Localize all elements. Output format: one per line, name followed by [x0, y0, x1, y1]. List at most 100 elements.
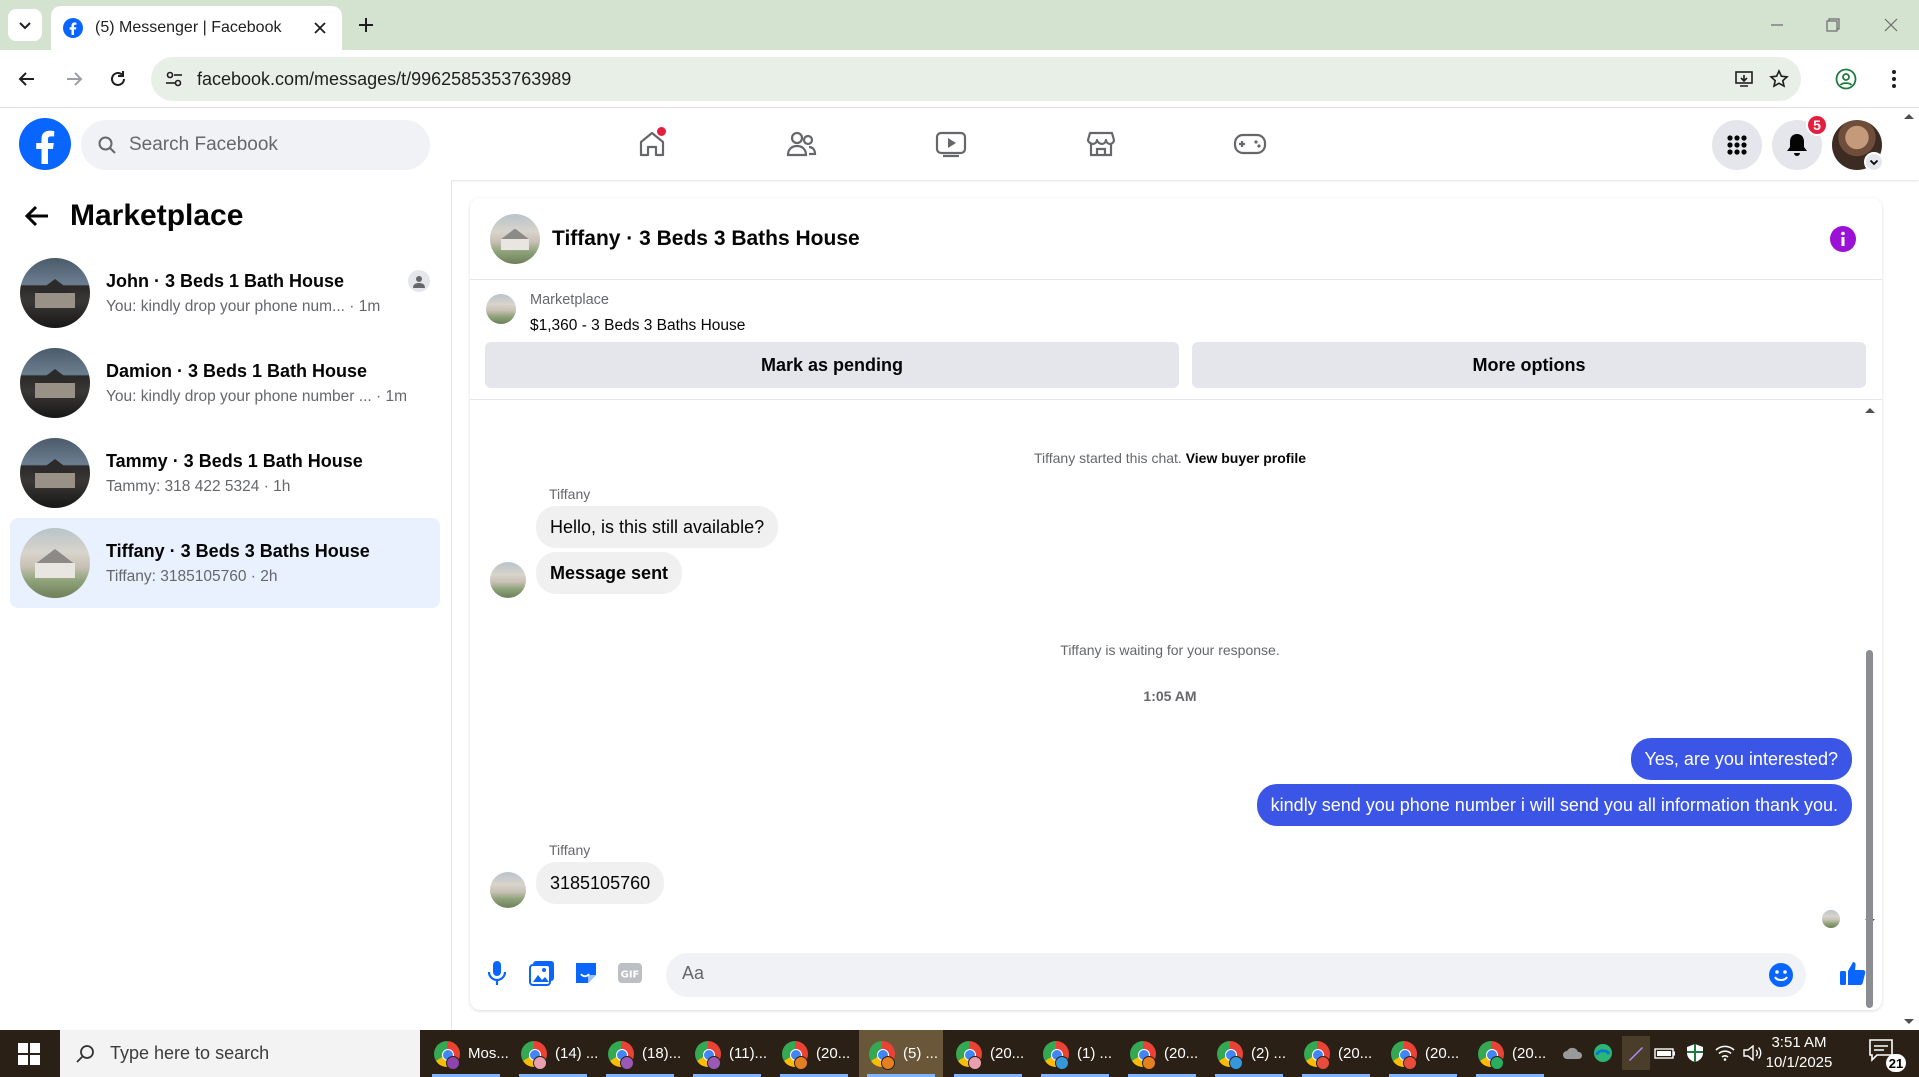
outgoing-message[interactable]: kindly send you phone number i will send…	[1256, 784, 1852, 826]
voice-clip-button[interactable]	[482, 958, 512, 988]
outgoing-message[interactable]: Yes, are you interested?	[1630, 738, 1852, 780]
clock-time: 3:51 AM	[1771, 1034, 1827, 1051]
profile-badge-icon	[620, 1056, 634, 1070]
system-clock[interactable]: 3:51 AM 10/1/2025	[1754, 1033, 1844, 1073]
person-icon	[413, 276, 425, 288]
taskbar-app-chrome[interactable]: (1) ...	[1033, 1030, 1117, 1077]
taskbar-app-chrome[interactable]: (18)...	[598, 1030, 682, 1077]
back-button[interactable]	[11, 63, 43, 95]
incoming-message[interactable]: Hello, is this still available?	[536, 506, 779, 548]
incoming-message[interactable]: Message sent	[536, 552, 683, 594]
clock-date: 10/1/2025	[1765, 1054, 1833, 1071]
panel-header: Marketplace	[24, 196, 243, 236]
taskbar-app-chrome[interactable]: (20...	[1468, 1030, 1552, 1077]
incoming-message[interactable]: 3185105760	[536, 862, 665, 904]
back-arrow-icon[interactable]	[24, 204, 50, 228]
taskbar-app-chrome[interactable]: (20...	[772, 1030, 856, 1077]
info-icon[interactable]	[1830, 226, 1856, 252]
browser-tab-messenger[interactable]: (5) Messenger | Facebook	[51, 6, 342, 50]
conversation-preview: Tiffany: 3185105760 · 2h	[106, 567, 278, 585]
nav-friends[interactable]	[779, 122, 823, 166]
bookmark-button[interactable]	[1767, 67, 1791, 91]
minimize-button[interactable]	[1764, 12, 1790, 38]
view-buyer-profile-link[interactable]: View buyer profile	[1186, 450, 1306, 466]
conversation-item-tammy[interactable]: Tammy · 3 Beds 1 Bath House Tammy: 318 4…	[10, 428, 440, 518]
taskbar-app-chrome[interactable]: (11)...	[685, 1030, 769, 1077]
address-bar[interactable]: facebook.com/messages/t/9962585353763989	[151, 57, 1801, 101]
account-menu-caret[interactable]	[1864, 152, 1884, 172]
edge-tray-icon[interactable]	[1592, 1042, 1614, 1064]
facebook-favicon-icon	[63, 18, 83, 38]
conversation-preview: Tammy: 318 422 5324 · 1h	[106, 477, 291, 495]
site-settings-button[interactable]	[161, 66, 187, 92]
attach-photo-button[interactable]	[527, 958, 557, 988]
taskbar-app-chrome[interactable]: (14) ...	[511, 1030, 598, 1077]
nav-gaming[interactable]	[1228, 122, 1272, 166]
restore-button[interactable]	[1820, 12, 1846, 38]
page-scrollbar[interactable]	[1903, 112, 1915, 1030]
taskbar-app-chrome[interactable]: (20...	[1294, 1030, 1378, 1077]
message-input[interactable]	[682, 963, 1742, 984]
security-tray-icon[interactable]	[1684, 1042, 1706, 1064]
wifi-tray-icon[interactable]	[1714, 1042, 1736, 1064]
facebook-search-bar[interactable]	[81, 120, 430, 170]
facebook-logo-icon[interactable]	[19, 118, 71, 170]
sticker-button[interactable]	[571, 958, 601, 988]
tab-close-button[interactable]	[310, 18, 330, 38]
more-options-button[interactable]: More options	[1192, 342, 1866, 388]
taskbar-app-chrome[interactable]: (2) ...	[1207, 1030, 1291, 1077]
install-app-button[interactable]	[1732, 67, 1756, 91]
grid-menu-icon	[1727, 135, 1747, 155]
emoji-icon[interactable]	[1768, 962, 1794, 988]
taskbar-app-mosaic[interactable]: Mos...	[424, 1030, 509, 1077]
send-like-button[interactable]	[1838, 958, 1868, 988]
conversation-preview: You: kindly drop your phone number ... ·…	[106, 387, 406, 405]
profile-button[interactable]	[1830, 63, 1862, 95]
reload-button[interactable]	[102, 63, 134, 95]
profile-badge-icon	[446, 1056, 460, 1070]
cloud-icon	[1563, 1047, 1583, 1059]
notification-center-count: 21	[1886, 1054, 1906, 1072]
battery-tray-icon[interactable]	[1654, 1042, 1676, 1064]
message-input-box[interactable]	[666, 953, 1806, 997]
pen-tray-icon[interactable]	[1622, 1036, 1650, 1070]
edge-icon	[1594, 1044, 1612, 1062]
chat-title[interactable]: Tiffany · 3 Beds 3 Baths House	[552, 227, 860, 251]
scroll-down-icon[interactable]	[1903, 1018, 1915, 1026]
scroll-up-icon[interactable]	[1903, 112, 1915, 120]
chat-avatar[interactable]	[490, 213, 540, 264]
menu-button[interactable]	[1712, 120, 1762, 170]
tab-search-button[interactable]	[8, 9, 42, 41]
taskbar-app-chrome-active[interactable]: (5) ...	[859, 1030, 943, 1077]
start-button[interactable]	[0, 1030, 58, 1077]
scroll-up-icon[interactable]	[1864, 406, 1876, 414]
taskbar-app-chrome[interactable]: (20...	[1120, 1030, 1204, 1077]
conversation-item-tiffany[interactable]: Tiffany · 3 Beds 3 Baths House Tiffany: …	[10, 518, 440, 608]
notification-center-button[interactable]: 21	[1868, 1038, 1908, 1072]
chevron-down-icon	[19, 22, 31, 30]
forward-button[interactable]	[58, 63, 90, 95]
conversation-name: Tiffany · 3 Beds 3 Baths House	[106, 540, 370, 561]
nav-watch[interactable]	[929, 122, 973, 166]
nav-marketplace[interactable]	[1079, 122, 1123, 166]
friends-icon	[786, 131, 817, 157]
window-close-button[interactable]	[1878, 12, 1904, 38]
message-thread: Tiffany started this chat. View buyer pr…	[470, 400, 1882, 1008]
gif-button[interactable]: GIF	[615, 958, 645, 988]
mark-as-pending-button[interactable]: Mark as pending	[485, 342, 1179, 388]
taskbar-search[interactable]: Type here to search	[60, 1030, 420, 1077]
nav-home[interactable]	[630, 122, 674, 166]
tab-title: (5) Messenger | Facebook	[95, 19, 282, 36]
conversation-item-john[interactable]: John · 3 Beds 1 Bath House You: kindly d…	[10, 248, 440, 338]
conversation-item-damion[interactable]: Damion · 3 Beds 1 Bath House You: kindly…	[10, 338, 440, 428]
new-tab-button[interactable]	[353, 12, 379, 38]
facebook-search-input[interactable]	[129, 134, 409, 156]
profile-badge-icon	[794, 1056, 808, 1070]
microphone-icon	[487, 961, 507, 985]
taskbar-app-chrome[interactable]: (20...	[1381, 1030, 1465, 1077]
taskbar-app-chrome[interactable]: (20...	[946, 1030, 1030, 1077]
weather-tray-icon[interactable]	[1562, 1042, 1584, 1064]
notifications-button[interactable]: 5	[1772, 114, 1828, 170]
browser-menu-button[interactable]	[1878, 63, 1910, 95]
listing-price[interactable]: $1,360 - 3 Beds 3 Baths House	[530, 317, 745, 335]
